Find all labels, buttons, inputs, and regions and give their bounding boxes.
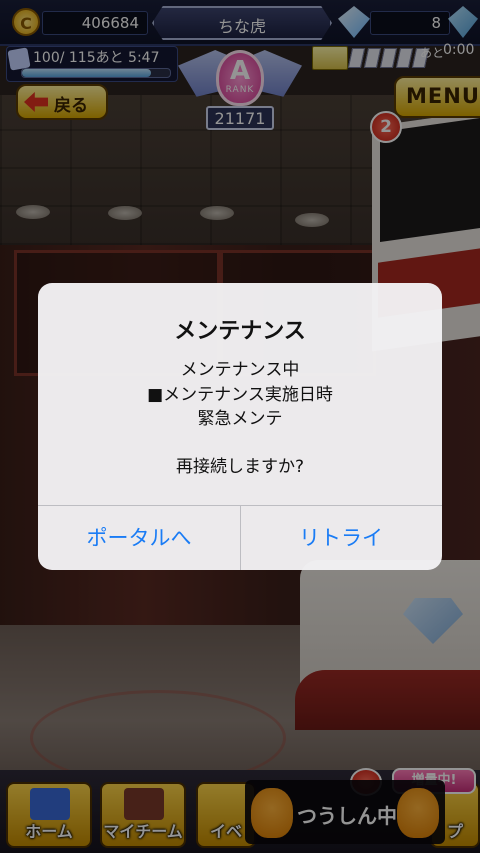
alert-title: メンテナンス [174,319,306,344]
maintenance-alert: メンテナンス メンテナンス中 ■メンテナンス実施日時 緊急メンテ 再接続しますか… [38,283,442,570]
alert-message-line: メンテナンス中 [180,360,300,380]
portal-button[interactable]: ポータルへ [38,506,241,570]
alert-actions: ポータルへ リトライ [38,505,442,570]
alert-message-line: 緊急メンテ [197,409,283,429]
alert-message-line: 再接続しますか? [175,457,305,477]
alert-message-line: ■メンテナンス実施日時 [147,385,333,405]
retry-button[interactable]: リトライ [240,506,442,570]
